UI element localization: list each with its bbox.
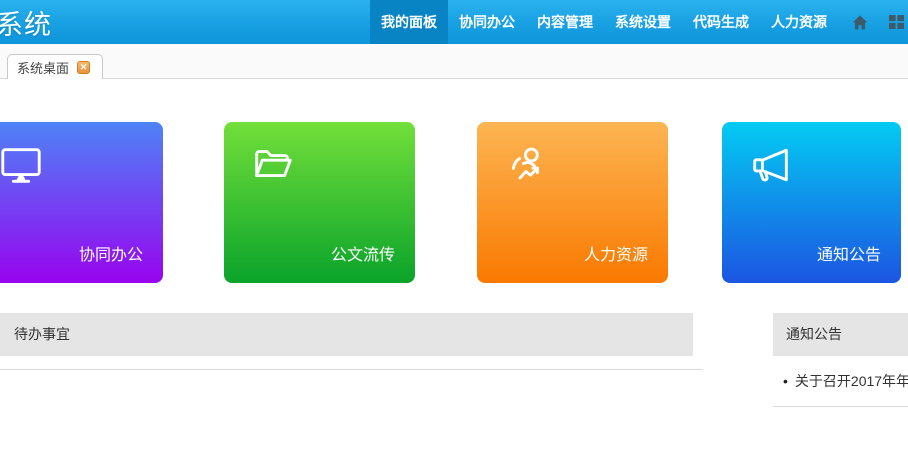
monitor-icon xyxy=(0,142,44,193)
todo-panel-header: 待办事宜 xyxy=(0,313,693,356)
tile-label: 协同办公 xyxy=(79,241,143,265)
main-nav: 我的面板 协同办公 内容管理 系统设置 代码生成 人力资源 xyxy=(370,0,908,44)
tab-bar-border xyxy=(0,78,908,79)
todo-divider xyxy=(0,369,703,370)
notice-item-text: 关于召开2017年年 xyxy=(795,371,908,391)
tile-label: 人力资源 xyxy=(584,241,648,265)
grid-icon[interactable] xyxy=(889,0,904,44)
tile-hr[interactable]: 人力资源 xyxy=(477,122,668,283)
tab-label: 系统桌面 xyxy=(17,58,69,77)
bullet-icon: • xyxy=(783,374,788,388)
app-window: 系统 我的面板 协同办公 内容管理 系统设置 代码生成 人力资源 系统桌面 ✕ xyxy=(0,0,908,454)
tile-label: 公文流传 xyxy=(331,241,395,265)
folder-open-icon xyxy=(250,142,296,193)
top-bar: 系统 我的面板 协同办公 内容管理 系统设置 代码生成 人力资源 xyxy=(0,0,908,44)
nav-item-collab-office[interactable]: 协同办公 xyxy=(448,0,526,44)
tile-doc-flow[interactable]: 公文流传 xyxy=(224,122,415,283)
nav-item-my-dashboard[interactable]: 我的面板 xyxy=(370,0,448,44)
nav-item-hr[interactable]: 人力资源 xyxy=(760,0,838,44)
notice-divider xyxy=(773,406,908,407)
notice-panel-header: 通知公告 xyxy=(773,313,908,356)
megaphone-icon xyxy=(748,142,794,193)
nav-item-code-gen[interactable]: 代码生成 xyxy=(682,0,760,44)
home-icon[interactable] xyxy=(852,0,868,44)
tab-bar: 系统桌面 ✕ xyxy=(0,44,908,79)
notice-list-item[interactable]: • 关于召开2017年年 xyxy=(773,369,908,393)
tab-system-desktop[interactable]: 系统桌面 ✕ xyxy=(7,54,103,79)
tab-close-icon[interactable]: ✕ xyxy=(77,61,90,74)
tile-collab-office[interactable]: 协同办公 xyxy=(0,122,163,283)
tile-notice[interactable]: 通知公告 xyxy=(722,122,901,283)
app-title: 系统 xyxy=(0,3,52,42)
nav-item-content-mgmt[interactable]: 内容管理 xyxy=(526,0,604,44)
nav-item-system-settings[interactable]: 系统设置 xyxy=(604,0,682,44)
person-trend-icon xyxy=(503,142,549,193)
tile-label: 通知公告 xyxy=(817,241,881,265)
